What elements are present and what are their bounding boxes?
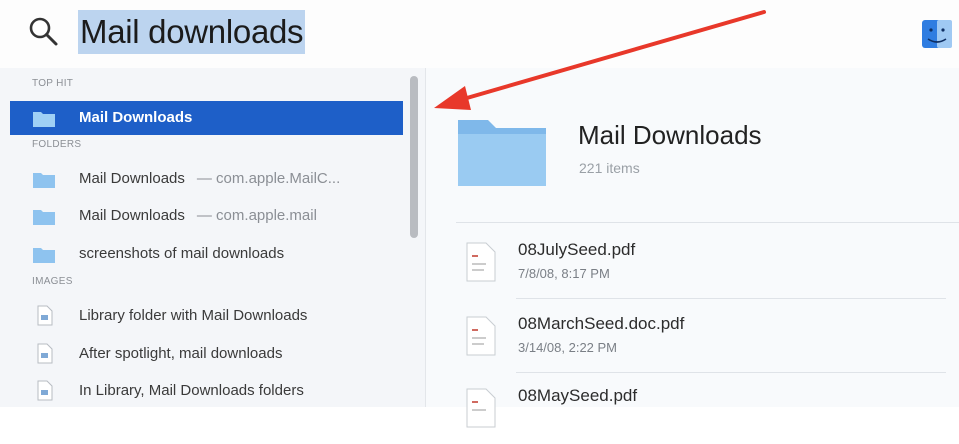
image-file-icon [37, 343, 53, 364]
file-name: 08MarchSeed.doc.pdf [518, 314, 685, 333]
folder-icon [33, 248, 55, 263]
file-date: 7/8/08, 8:17 PM [518, 266, 610, 281]
result-label: In Library, Mail Downloads folders [79, 382, 304, 399]
file-name: 08JulySeed.pdf [518, 240, 636, 259]
folder-icon [458, 120, 546, 186]
folder-icon [33, 112, 55, 127]
image-file-icon [37, 305, 53, 326]
file-name: 08MaySeed.pdf [518, 386, 638, 405]
result-row-image-1[interactable]: Library folder with Mail Downloads [10, 299, 403, 333]
section-header-top-hit: TOP HIT [32, 78, 74, 89]
divider [456, 222, 959, 223]
result-row-folder-2[interactable]: Mail Downloads — com.apple.mail [10, 199, 403, 233]
preview-file-row[interactable]: 08JulySeed.pdf 7/8/08, 8:17 PM [466, 236, 946, 298]
folder-icon [33, 173, 55, 188]
result-label: Library folder with Mail Downloads [79, 307, 308, 324]
pdf-file-icon [466, 316, 496, 356]
result-row-folder-1[interactable]: Mail Downloads — com.apple.MailC... [10, 162, 403, 196]
divider [516, 298, 946, 299]
result-label: screenshots of mail downloads [79, 245, 285, 262]
result-sublabel: — com.apple.MailC... [196, 170, 341, 187]
results-list: TOP HIT Mail Downloads FOLDERS Mail Down… [0, 68, 425, 407]
preview-file-row[interactable]: 08MarchSeed.doc.pdf 3/14/08, 2:22 PM [466, 310, 946, 372]
result-row-folder-3[interactable]: screenshots of mail downloads [10, 237, 403, 271]
divider [516, 372, 946, 373]
result-label-wrap: Mail Downloads — com.apple.mail [79, 199, 317, 233]
result-label-wrap: Mail Downloads — com.apple.MailC... [79, 162, 340, 196]
section-header-images: IMAGES [32, 276, 73, 287]
preview-item-count: 221 items [579, 160, 640, 176]
pdf-file-icon [466, 388, 496, 428]
result-row-top-hit[interactable]: Mail Downloads [10, 101, 403, 135]
results-scrollbar[interactable] [410, 76, 418, 238]
result-row-image-3[interactable]: In Library, Mail Downloads folders [10, 374, 403, 408]
file-date: 3/14/08, 2:22 PM [518, 340, 618, 355]
result-label: Mail Downloads [79, 170, 185, 187]
result-sublabel: — com.apple.mail [196, 207, 317, 224]
preview-title: Mail Downloads [578, 120, 762, 150]
result-label: Mail Downloads [79, 109, 193, 126]
section-header-folders: FOLDERS [32, 139, 82, 150]
result-label: Mail Downloads [79, 207, 185, 224]
folder-icon [33, 210, 55, 225]
spotlight-search-bar: Mail downloads [0, 0, 959, 68]
preview-pane: Mail Downloads 221 items 08JulySeed.pdf … [426, 68, 959, 428]
image-file-icon [37, 380, 53, 401]
finder-icon[interactable] [920, 18, 954, 50]
search-icon [29, 17, 58, 46]
pdf-file-icon [466, 242, 496, 282]
preview-file-row[interactable]: 08MaySeed.pdf [466, 382, 946, 444]
search-input[interactable]: Mail downloads [78, 10, 306, 54]
result-row-image-2[interactable]: After spotlight, mail downloads [10, 337, 403, 371]
result-label: After spotlight, mail downloads [79, 345, 283, 362]
